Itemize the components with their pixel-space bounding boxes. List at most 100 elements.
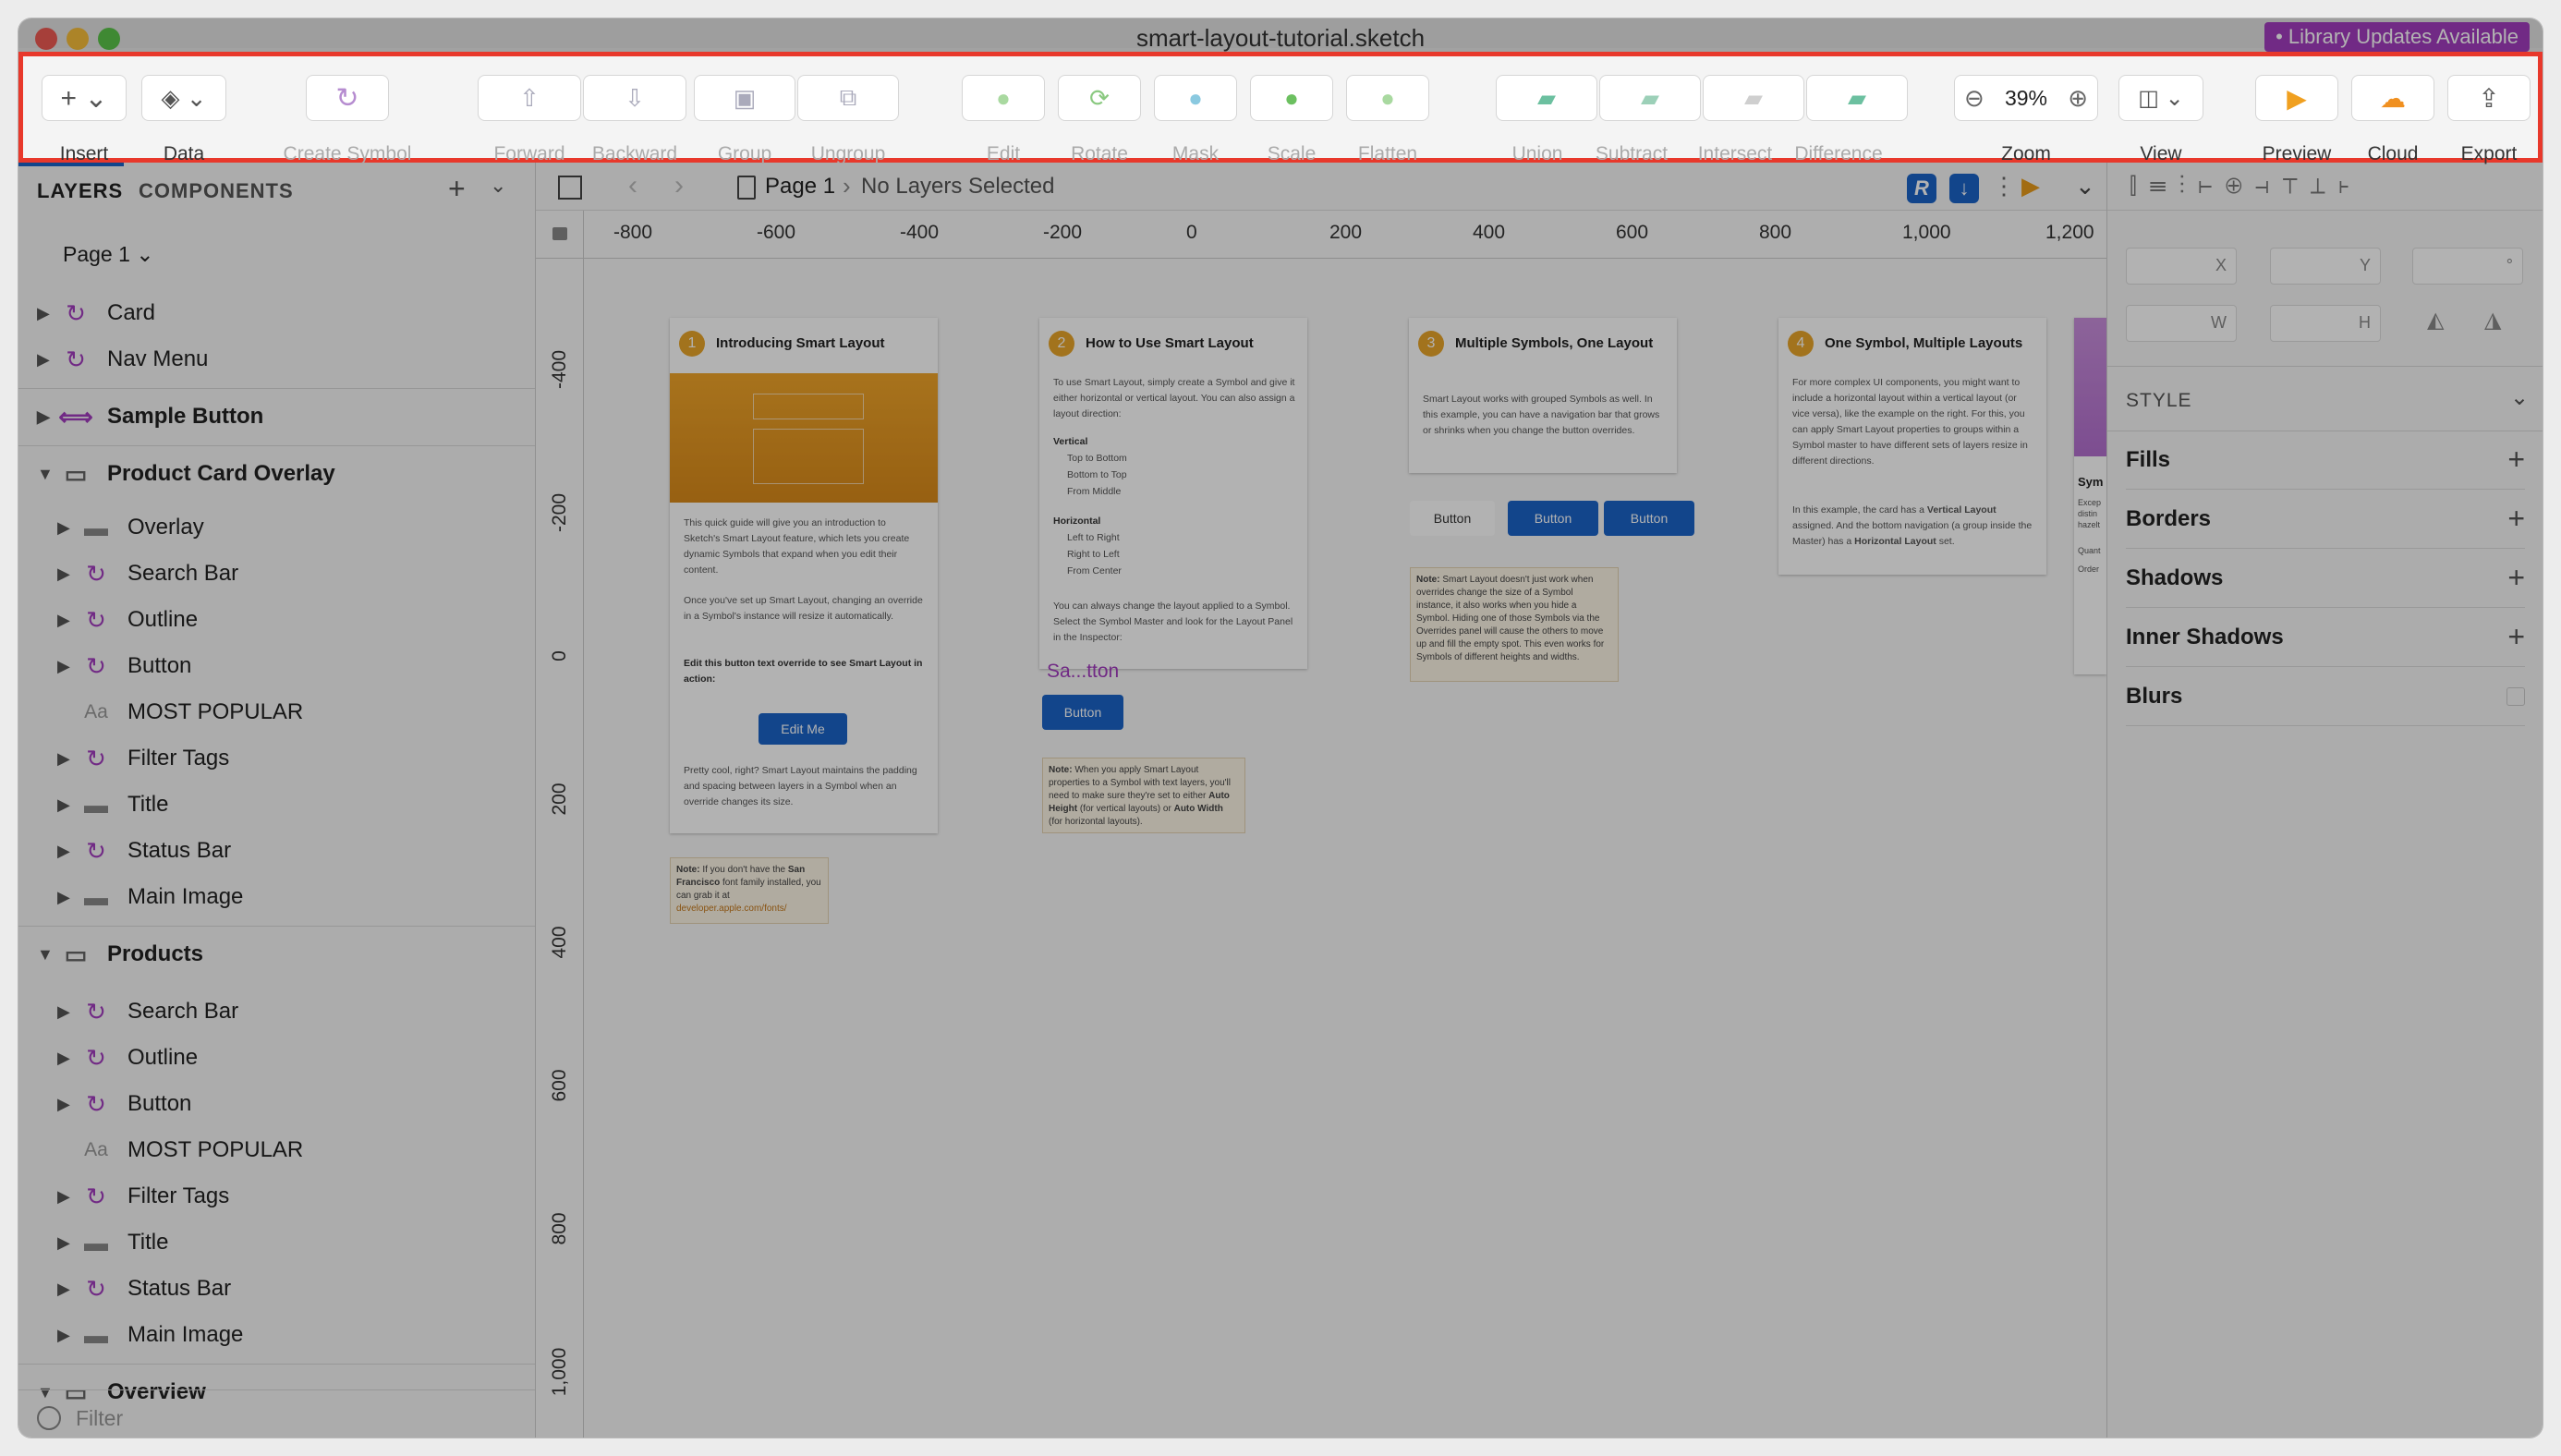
play-icon[interactable]: ▶: [2021, 172, 2040, 200]
layout-direction-icon[interactable]: ↓: [1949, 174, 1979, 203]
artboard-symbol-card[interactable]: Sym Excep distin hazelt Quant Order: [2074, 318, 2106, 674]
nav-button-1[interactable]: Button: [1410, 501, 1495, 536]
layer-row[interactable]: ▶ ↻ Status Bar: [18, 1266, 535, 1312]
disclosure-closed-icon[interactable]: ▶: [57, 564, 70, 584]
x-field[interactable]: X: [2126, 248, 2237, 285]
disclosure-closed-icon[interactable]: ▶: [57, 842, 70, 861]
disclosure-closed-icon[interactable]: ▶: [57, 749, 70, 769]
rotate-button[interactable]: ⟳: [1058, 75, 1141, 121]
layer-row[interactable]: ▶ ↻ Filter Tags: [18, 735, 535, 782]
zoom-out-icon[interactable]: ⊖: [1964, 84, 1984, 113]
layer-row[interactable]: ▶ ↻ Button: [18, 1081, 535, 1127]
flip-horizontal-icon[interactable]: ◭: [2427, 307, 2444, 334]
disclosure-closed-icon[interactable]: ▶: [57, 888, 70, 907]
grid-view-icon[interactable]: [558, 176, 582, 200]
layer-row[interactable]: ▶ ↻ Card: [18, 290, 535, 336]
view-button[interactable]: ◫ ⌄: [2118, 75, 2203, 121]
backward-button[interactable]: ⇩: [583, 75, 686, 121]
blurs-row[interactable]: Blurs: [2126, 667, 2525, 726]
union-button[interactable]: ▰: [1496, 75, 1597, 121]
layer-row[interactable]: ▶ ▬ Main Image: [18, 874, 535, 920]
disclosure-closed-icon[interactable]: ▶: [57, 657, 70, 676]
create-symbol-button[interactable]: ↻: [306, 75, 389, 121]
intersect-button[interactable]: ▰: [1703, 75, 1804, 121]
tab-layers[interactable]: LAYERS: [37, 179, 123, 203]
nav-button-3[interactable]: Button: [1604, 501, 1694, 536]
vertical-ruler[interactable]: -400 -200 0 200 400 600 800 1,000: [536, 259, 584, 1438]
disclosure-closed-icon[interactable]: ▶: [57, 1187, 70, 1207]
forward-icon[interactable]: ›: [674, 170, 684, 201]
insert-button[interactable]: + ⌄: [42, 75, 127, 121]
borders-row[interactable]: Borders +: [2126, 490, 2525, 549]
filter-input[interactable]: Filter: [76, 1406, 123, 1431]
disclosure-closed-icon[interactable]: ▶: [57, 1002, 70, 1022]
disclosure-closed-icon[interactable]: ▶: [57, 1326, 70, 1345]
layer-row[interactable]: ▶ ▬ Overlay: [18, 504, 535, 551]
disclosure-open-icon[interactable]: ▼: [37, 1383, 54, 1402]
more-icon[interactable]: ⋮: [1992, 172, 2016, 200]
zoom-in-icon[interactable]: ⊕: [2068, 84, 2088, 113]
chevron-down-icon[interactable]: ⌄: [490, 174, 506, 198]
layer-row[interactable]: ▶ ↻ Status Bar: [18, 828, 535, 874]
cloud-button[interactable]: ☁: [2351, 75, 2434, 121]
add-inner-shadow-icon[interactable]: +: [2507, 620, 2525, 654]
disclosure-closed-icon[interactable]: ▶: [57, 1049, 70, 1068]
group-button[interactable]: ▣: [694, 75, 795, 121]
blur-checkbox[interactable]: [2506, 686, 2525, 706]
add-shadow-icon[interactable]: +: [2507, 561, 2525, 595]
layer-row[interactable]: ▶ ▬ Title: [18, 782, 535, 828]
disclosure-closed-icon[interactable]: ▶: [37, 350, 50, 370]
rotation-field[interactable]: °: [2412, 248, 2523, 285]
difference-button[interactable]: ▰: [1806, 75, 1908, 121]
edit-button[interactable]: ●: [962, 75, 1045, 121]
artboard-multiple-symbols[interactable]: 3 Multiple Symbols, One Layout Smart Lay…: [1409, 318, 1677, 473]
add-page-icon[interactable]: +: [448, 172, 466, 206]
width-field[interactable]: W: [2126, 305, 2237, 342]
forward-button[interactable]: ⇧: [478, 75, 581, 121]
layer-row[interactable]: ▶ ▬ Title: [18, 1219, 535, 1266]
disclosure-closed-icon[interactable]: ▶: [37, 407, 50, 427]
layer-row[interactable]: ▶ ↻ Filter Tags: [18, 1173, 535, 1219]
layer-row[interactable]: Aa MOST POPULAR: [18, 689, 535, 735]
canvas-area[interactable]: ‹ › Page 1 › No Layers Selected R ↓ ⋮ ▶ …: [536, 163, 2106, 1438]
library-updates-badge[interactable]: • Library Updates Available: [2264, 22, 2530, 52]
layer-row[interactable]: Aa MOST POPULAR: [18, 1127, 535, 1173]
layer-row[interactable]: ▶ ↻ Search Bar: [18, 989, 535, 1035]
horizontal-ruler[interactable]: -800 -600 -400 -200 0 200 400 600 800 1,000 1,200: [584, 211, 2106, 259]
layer-row[interactable]: ▶ ↻ Outline: [18, 1035, 535, 1081]
nav-button-2[interactable]: Button: [1508, 501, 1598, 536]
inner-shadows-row[interactable]: Inner Shadows +: [2126, 608, 2525, 667]
back-icon[interactable]: ‹: [628, 170, 637, 201]
subtract-button[interactable]: ▰: [1599, 75, 1701, 121]
shadows-row[interactable]: Shadows +: [2126, 549, 2525, 608]
sample-button[interactable]: Button: [1042, 695, 1123, 730]
chevron-down-icon[interactable]: ⌄: [2075, 172, 2095, 200]
layer-row[interactable]: ▶ ⟺ Sample Button: [18, 394, 535, 440]
smart-layout-icon[interactable]: R: [1907, 174, 1936, 203]
flip-vertical-icon[interactable]: ◮: [2484, 307, 2501, 334]
layer-row[interactable]: ▶ ↻ Nav Menu: [18, 336, 535, 382]
page-selector[interactable]: Page 1 ⌄: [63, 242, 154, 267]
disclosure-closed-icon[interactable]: ▶: [57, 1095, 70, 1114]
disclosure-open-icon[interactable]: ▼: [37, 945, 54, 965]
disclosure-closed-icon[interactable]: ▶: [57, 1280, 70, 1299]
breadcrumb-page[interactable]: Page 1: [765, 174, 835, 200]
edit-me-button[interactable]: Edit Me: [759, 713, 847, 745]
scale-button[interactable]: ●: [1250, 75, 1333, 121]
height-field[interactable]: H: [2270, 305, 2381, 342]
disclosure-closed-icon[interactable]: ▶: [57, 611, 70, 630]
disclosure-open-icon[interactable]: ▼: [37, 465, 54, 484]
selected-symbol-label[interactable]: Sa...tton: [1047, 661, 1119, 683]
flatten-button[interactable]: ●: [1346, 75, 1429, 121]
ungroup-button[interactable]: ⧉: [797, 75, 899, 121]
layer-row[interactable]: ▼ ▭ Products: [18, 931, 535, 977]
disclosure-closed-icon[interactable]: ▶: [57, 1233, 70, 1253]
mask-button[interactable]: ●: [1154, 75, 1237, 121]
artboard-intro[interactable]: 1 Introducing Smart Layout This quick gu…: [670, 318, 938, 833]
artboard-multiple-layouts[interactable]: 4 One Symbol, Multiple Layouts For more …: [1778, 318, 2046, 575]
tab-components[interactable]: COMPONENTS: [139, 179, 294, 203]
align-icons[interactable]: ⫿☰⋮⊢⊕⊣⊤⊥⊦: [2130, 174, 2362, 200]
lock-icon[interactable]: [552, 227, 567, 240]
add-fill-icon[interactable]: +: [2507, 443, 2525, 477]
disclosure-closed-icon[interactable]: ▶: [37, 304, 50, 323]
